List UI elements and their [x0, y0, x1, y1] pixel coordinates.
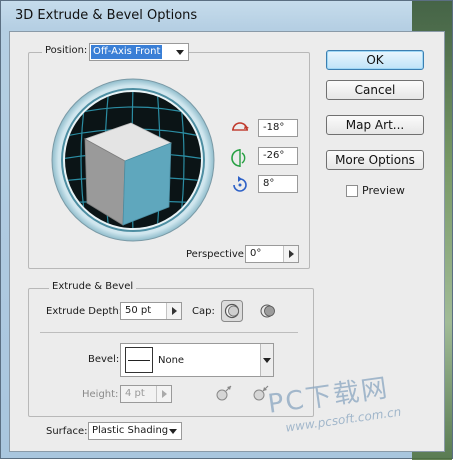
- rotate-x-icon: [232, 122, 249, 131]
- bevel-label: Bevel:: [88, 354, 120, 365]
- rotation-z-field[interactable]: 8°: [258, 175, 298, 193]
- rotation-y-field[interactable]: -26°: [258, 147, 298, 165]
- height-label: Height:: [82, 389, 119, 400]
- perspective-value: 0°: [250, 248, 262, 259]
- bevel-preview: [125, 347, 153, 373]
- rotate-y-icon: [231, 149, 246, 167]
- dialog-window: 3D Extrude & Bevel Options Position: Off…: [0, 0, 453, 460]
- window-title: 3D Extrude & Bevel Options: [15, 8, 198, 23]
- height-value: 4 pt: [125, 388, 145, 399]
- dialog-body: Position: Off-Axis Front -18° -26° 8° Pe…: [9, 31, 445, 452]
- perspective-label: Perspective:: [186, 249, 248, 260]
- bevel-dropdown-value: None: [158, 355, 185, 366]
- extrude-divider: [40, 332, 298, 333]
- position-dropdown[interactable]: Off-Axis Front: [89, 43, 189, 61]
- extrude-depth-stepper[interactable]: 50 pt: [120, 302, 182, 320]
- position-dropdown-value: Off-Axis Front: [91, 45, 163, 59]
- cap-label: Cap:: [192, 306, 215, 317]
- ok-button[interactable]: OK: [326, 50, 424, 70]
- extrude-bevel-label: Extrude & Bevel: [49, 281, 137, 292]
- chevron-right-icon[interactable]: [166, 303, 181, 319]
- extrude-depth-label: Extrude Depth:: [46, 306, 123, 317]
- preview-checkbox[interactable]: [346, 185, 358, 197]
- cap-on-icon[interactable]: [221, 300, 243, 322]
- track-cube[interactable]: [51, 77, 215, 243]
- chevron-down-icon: [165, 423, 181, 439]
- rotate-z-icon: [233, 176, 247, 192]
- map-art-button[interactable]: Map Art...: [326, 115, 424, 135]
- cancel-button[interactable]: Cancel: [326, 80, 424, 100]
- extrude-depth-value: 50 pt: [125, 305, 152, 316]
- rotation-y-value: -26°: [263, 150, 285, 161]
- rotation-x-value: -18°: [263, 122, 285, 133]
- chevron-down-icon: [260, 344, 273, 376]
- height-stepper[interactable]: 4 pt: [120, 385, 172, 403]
- more-options-button[interactable]: More Options: [326, 150, 424, 170]
- surface-dropdown[interactable]: Plastic Shading: [88, 422, 182, 440]
- title-bar[interactable]: 3D Extrude & Bevel Options: [1, 1, 453, 31]
- chevron-right-icon[interactable]: [283, 246, 298, 262]
- rotation-z-value: 8°: [263, 178, 275, 189]
- surface-dropdown-value: Plastic Shading: [92, 425, 169, 436]
- position-label: Position:: [42, 45, 91, 56]
- rotation-x-field[interactable]: -18°: [258, 119, 298, 137]
- bevel-extent-out-icon[interactable]: [213, 382, 235, 404]
- chevron-down-icon: [172, 44, 188, 60]
- surface-label: Surface:: [46, 426, 88, 437]
- cap-off-icon[interactable]: [257, 300, 279, 322]
- preview-label[interactable]: Preview: [362, 184, 405, 197]
- perspective-stepper[interactable]: 0°: [245, 245, 299, 263]
- chevron-right-icon[interactable]: [156, 386, 171, 402]
- bevel-dropdown[interactable]: None: [120, 343, 274, 377]
- bevel-extent-in-icon[interactable]: [250, 382, 272, 404]
